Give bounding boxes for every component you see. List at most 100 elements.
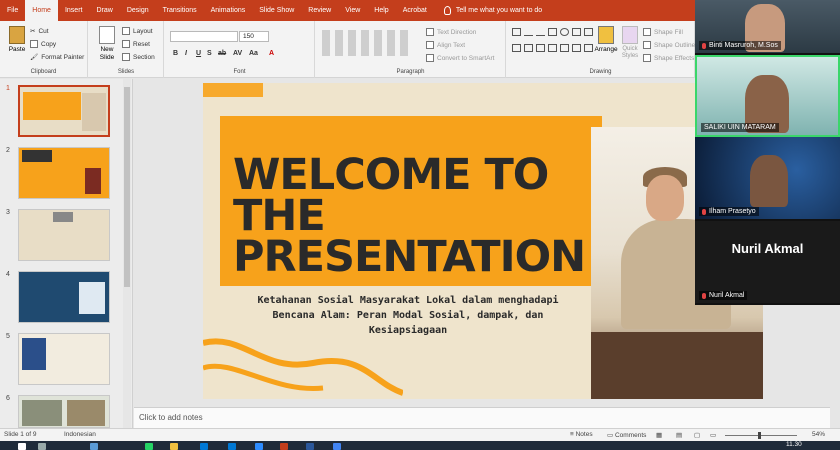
store-icon[interactable] (228, 443, 236, 450)
reset-button[interactable]: Reset (122, 40, 150, 48)
underline-button[interactable]: U (196, 50, 201, 57)
tab-review[interactable]: Review (301, 0, 338, 21)
reading-view-icon[interactable]: ▢ (694, 431, 700, 439)
new-slide-button[interactable]: New Slide (95, 26, 119, 62)
participant-tile[interactable]: Nuril Akmal Nuril Akmal (695, 221, 840, 305)
arrow-shape-icon[interactable] (548, 44, 557, 52)
rectangle-shape-icon[interactable] (560, 44, 569, 52)
line-shape-icon[interactable] (536, 28, 545, 36)
search-icon[interactable] (38, 443, 46, 450)
task-view-icon[interactable] (90, 443, 98, 450)
font-size-combo[interactable]: 150 (239, 31, 269, 42)
zoom-slider-handle[interactable] (758, 432, 761, 439)
slide-sorter-icon[interactable]: ▤ (676, 431, 682, 439)
change-case-button[interactable]: Aa (249, 50, 258, 57)
format-painter-button[interactable]: 🖌 Format Painter (30, 53, 84, 62)
powerpoint-icon[interactable] (280, 443, 288, 450)
slide-thumbnail-1[interactable] (18, 85, 110, 137)
word-icon[interactable] (306, 443, 314, 450)
slide-thumbnail-3[interactable] (18, 209, 110, 261)
slide-subtitle[interactable]: Ketahanan Sosial Masyarakat Lokal dalam … (243, 293, 573, 338)
arrange-button[interactable]: Arrange (594, 26, 618, 53)
shadow-button[interactable]: S (207, 50, 212, 57)
font-name-combo[interactable] (170, 31, 238, 42)
tab-file[interactable]: File (0, 0, 25, 21)
zoom-level[interactable]: 54% (812, 431, 825, 438)
quick-styles-button[interactable]: Quick Styles (619, 26, 641, 60)
edge-icon[interactable] (200, 443, 208, 450)
copy-label: Copy (41, 40, 57, 48)
oval-shape-icon[interactable] (560, 28, 569, 36)
text-direction-button[interactable]: Text Direction (426, 28, 476, 36)
tab-design[interactable]: Design (120, 0, 156, 21)
thumbnails-scrollbar[interactable] (123, 79, 131, 428)
windows-start-icon[interactable] (18, 443, 26, 450)
bullets-icon[interactable] (322, 30, 412, 56)
slideshow-icon[interactable]: ▭ (710, 431, 716, 439)
slide-thumbnail-4[interactable] (18, 271, 110, 323)
rectangle-shape-icon[interactable] (584, 28, 593, 36)
shapes-gallery[interactable] (512, 28, 593, 58)
textbox-shape-icon[interactable] (512, 28, 521, 36)
rectangle-shape-icon[interactable] (572, 28, 581, 36)
slide-thumbnail-6[interactable] (18, 395, 110, 428)
arrow-shape-icon[interactable] (536, 44, 545, 52)
participant-tile[interactable]: Ilham Prasetyo (695, 137, 840, 221)
tab-view[interactable]: View (338, 0, 367, 21)
participant-tile[interactable]: Binti Masruroh, M.Sos (695, 0, 840, 55)
layout-button[interactable]: Layout (122, 27, 153, 35)
arrow-shape-icon[interactable] (584, 44, 593, 52)
italic-button[interactable]: I (185, 50, 187, 57)
video-participants-panel: Binti Masruroh, M.Sos SALIKI UIN MATARAM… (695, 0, 840, 305)
slide-title[interactable]: WELCOME TO THE PRESENTATION (233, 154, 593, 279)
arrow-shape-icon[interactable] (572, 44, 581, 52)
arrow-shape-icon[interactable] (524, 44, 533, 52)
zoom-app-icon[interactable] (255, 443, 263, 450)
tab-draw[interactable]: Draw (89, 0, 119, 21)
slide-canvas[interactable]: WELCOME TO THE PRESENTATION Ketahanan So… (203, 83, 763, 399)
paste-label: Paste (8, 46, 26, 53)
thumb-photo (67, 400, 105, 426)
section-button[interactable]: Section (122, 53, 155, 61)
normal-view-icon[interactable]: ▦ (656, 431, 662, 439)
active-speaker-tile[interactable]: SALIKI UIN MATARAM (695, 55, 840, 137)
bold-button[interactable]: B (173, 50, 178, 57)
whatsapp-icon[interactable] (145, 443, 153, 450)
shape-fill-button[interactable]: Shape Fill (643, 28, 683, 36)
shape-effects-button[interactable]: Shape Effects (643, 54, 694, 62)
tell-me-label: Tell me what you want to do (455, 7, 543, 14)
notes-pane[interactable]: Click to add notes (134, 407, 830, 428)
convert-smartart-button[interactable]: Convert to SmartArt (426, 54, 494, 62)
tell-me-search[interactable]: Tell me what you want to do (434, 6, 542, 15)
cut-button[interactable]: ✂ Cut (30, 27, 49, 36)
comments-toggle[interactable]: ▭ Comments (607, 431, 646, 439)
paragraph-group-label: Paragraph (396, 69, 425, 75)
editor-scrollbar[interactable] (830, 305, 840, 428)
copy-button[interactable]: Copy (30, 40, 56, 48)
line-shape-icon[interactable] (524, 28, 533, 36)
rectangle-shape-icon[interactable] (548, 28, 557, 36)
paste-button[interactable]: Paste (5, 26, 29, 53)
tab-home[interactable]: Home (25, 0, 58, 21)
file-explorer-icon[interactable] (170, 443, 178, 450)
tab-animations[interactable]: Animations (204, 0, 253, 21)
strikethrough-button[interactable]: ab (218, 50, 226, 57)
language-indicator[interactable]: Indonesian (64, 431, 96, 438)
character-spacing-button[interactable]: AV (233, 50, 242, 57)
tab-acrobat[interactable]: Acrobat (396, 0, 434, 21)
font-color-button[interactable]: A (269, 50, 274, 57)
slide-thumbnail-2[interactable] (18, 147, 110, 199)
triangle-shape-icon[interactable] (512, 44, 521, 52)
scrollbar-thumb[interactable] (124, 87, 130, 287)
align-text-button[interactable]: Align Text (426, 41, 465, 49)
chrome-icon[interactable] (333, 443, 341, 450)
new-slide-icon (99, 26, 115, 44)
shape-outline-button[interactable]: Shape Outline (643, 41, 695, 49)
tab-transitions[interactable]: Transitions (156, 0, 204, 21)
tab-help[interactable]: Help (367, 0, 395, 21)
slide-thumbnail-5[interactable] (18, 333, 110, 385)
tab-insert[interactable]: Insert (58, 0, 90, 21)
zoom-slider[interactable] (725, 435, 797, 436)
notes-toggle[interactable]: ≡ Notes (570, 431, 593, 438)
tab-slide-show[interactable]: Slide Show (252, 0, 301, 21)
